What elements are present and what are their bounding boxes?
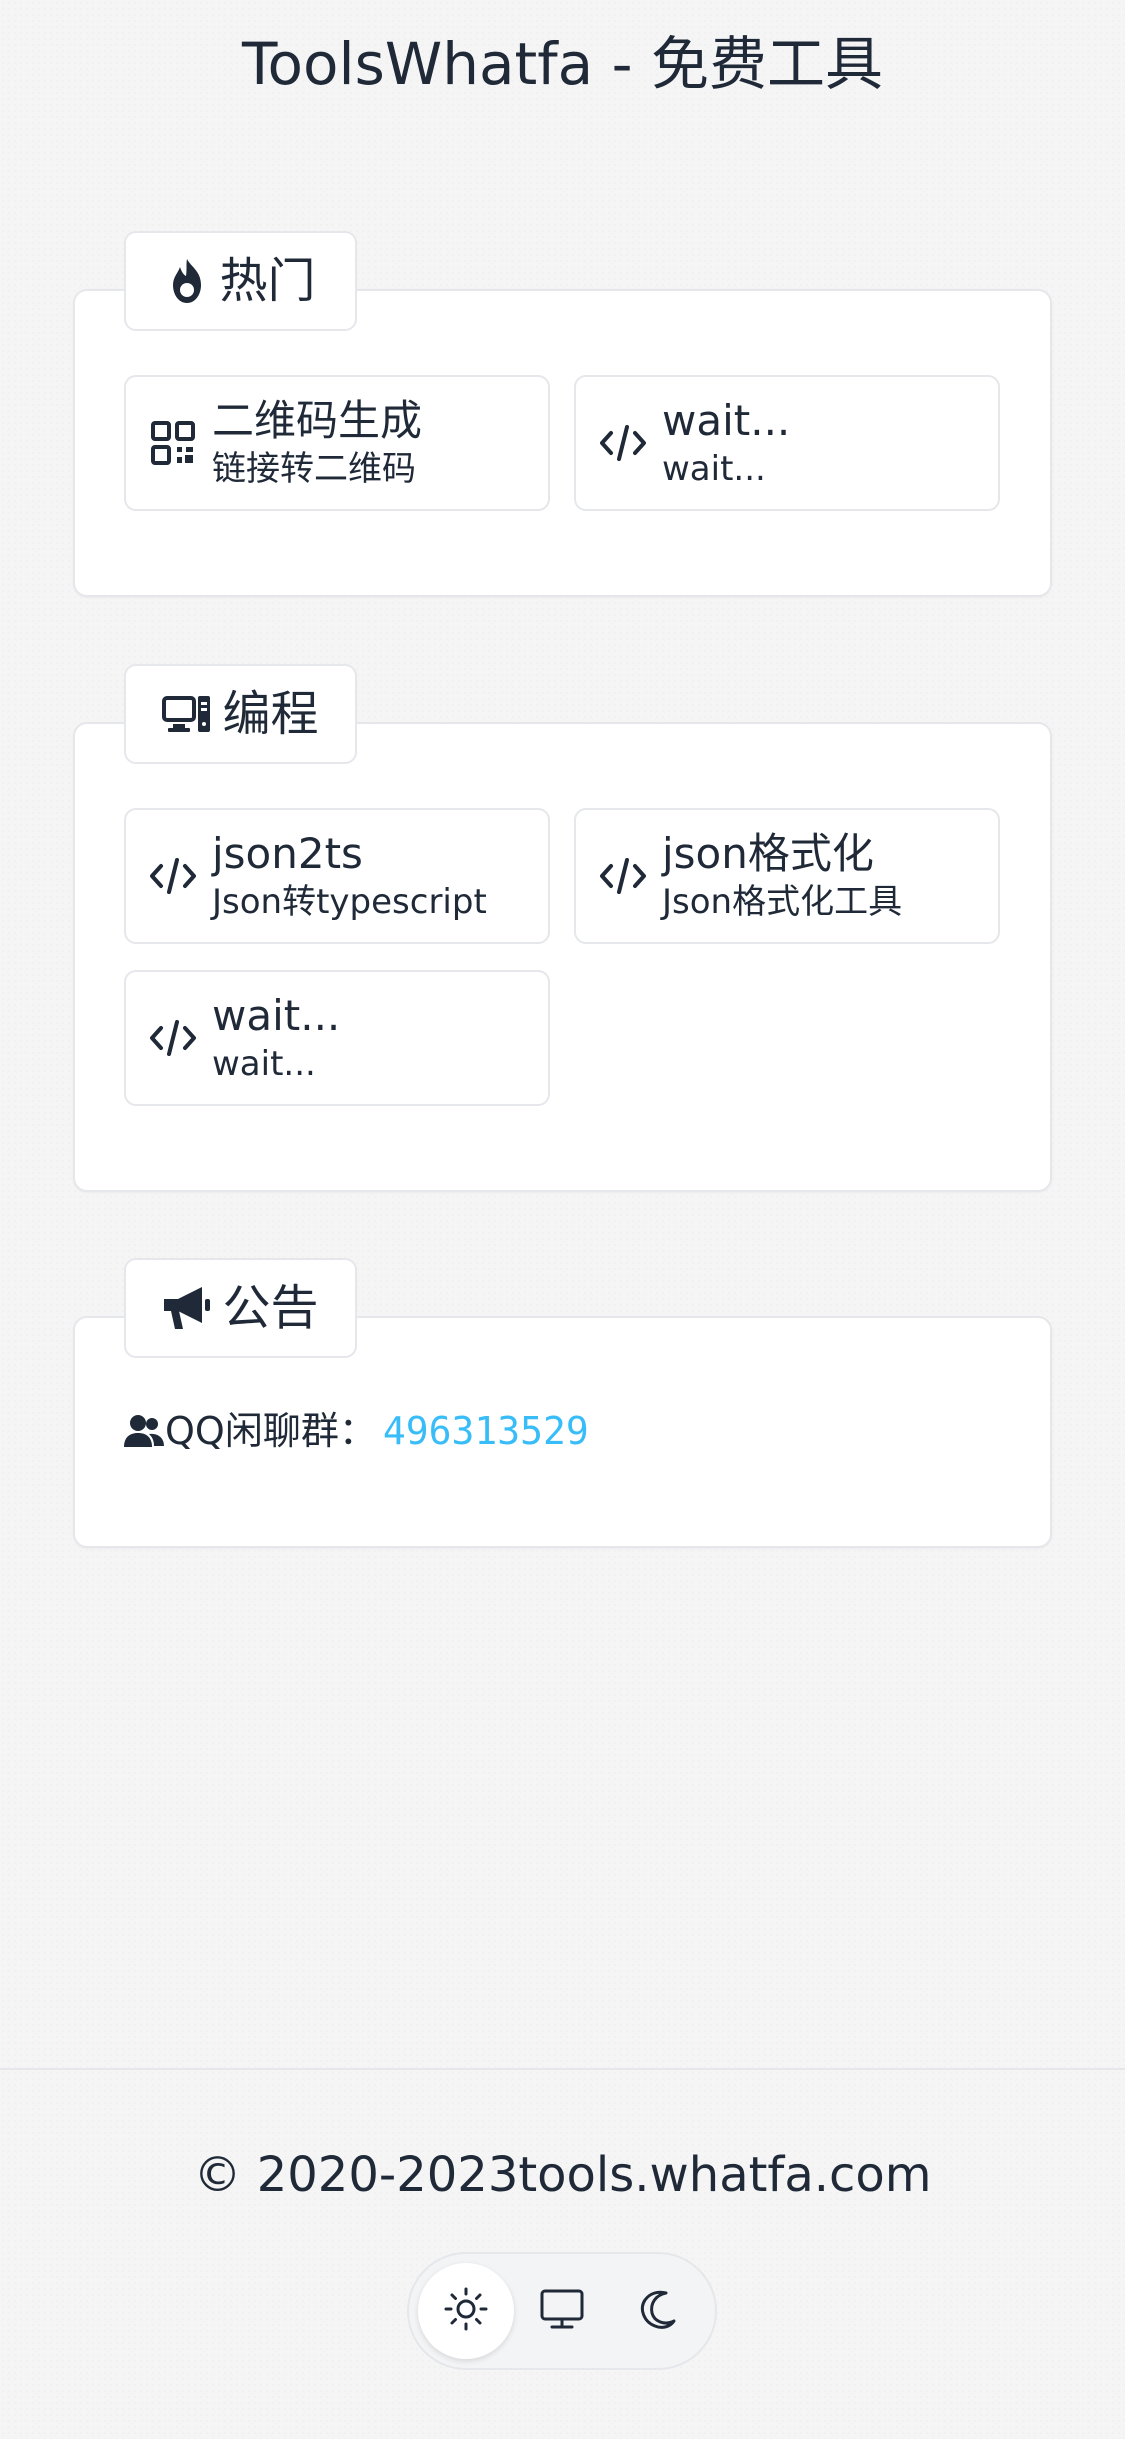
- computer-icon: [162, 694, 212, 734]
- moon-icon: [636, 2287, 680, 2335]
- code-icon: [148, 1013, 198, 1063]
- theme-system-button[interactable]: [514, 2263, 610, 2359]
- tool-card-wait[interactable]: wait... wait...: [124, 970, 550, 1106]
- section-tab-notice: 公告: [124, 1258, 357, 1358]
- section-label: 热门: [219, 253, 316, 309]
- section-label: 编程: [222, 686, 319, 742]
- code-icon: [148, 851, 198, 901]
- section-tab-hot: 热门: [124, 231, 357, 331]
- sun-icon: [442, 2285, 490, 2337]
- footer-divider: [0, 2068, 1125, 2070]
- card-title: wait...: [212, 991, 341, 1040]
- tool-card-wait[interactable]: wait... wait...: [574, 375, 1000, 511]
- tool-card-json-format[interactable]: json格式化 Json格式化工具: [574, 808, 1000, 944]
- section-programming: 编程 json2ts Json转typescript json格式化 Json格…: [73, 664, 1052, 1192]
- code-icon: [598, 851, 648, 901]
- qrcode-icon: [148, 418, 198, 468]
- fire-icon: [165, 257, 209, 305]
- page-title: ToolsWhatfa - 免费工具: [241, 30, 884, 98]
- card-title: 二维码生成: [212, 396, 423, 445]
- bullhorn-icon: [162, 1285, 212, 1331]
- tool-card-json2ts[interactable]: json2ts Json转typescript: [124, 808, 550, 944]
- footer-copyright: © 2020-2023tools.whatfa.com: [193, 2147, 932, 2203]
- card-subtitle: Json转typescript: [212, 882, 487, 922]
- section-hot: 热门 二维码生成 链接转二维码 wait... wait...: [73, 231, 1052, 597]
- theme-dark-button[interactable]: [610, 2263, 706, 2359]
- qq-group-link[interactable]: 496313529: [383, 1406, 589, 1456]
- notice-qq-group: QQ闲聊群： 496313529: [123, 1406, 589, 1456]
- tool-card-qrcode[interactable]: 二维码生成 链接转二维码: [124, 375, 550, 511]
- card-subtitle: wait...: [212, 1044, 316, 1084]
- card-title: wait...: [662, 396, 791, 445]
- theme-switcher: [407, 2252, 717, 2370]
- theme-light-button[interactable]: [418, 2263, 514, 2359]
- card-subtitle: Json格式化工具: [662, 882, 903, 922]
- users-icon: [123, 1413, 165, 1449]
- card-title: json格式化: [662, 829, 874, 878]
- card-subtitle: 链接转二维码: [212, 449, 416, 489]
- section-tab-programming: 编程: [124, 664, 357, 764]
- section-label: 公告: [222, 1280, 319, 1336]
- notice-label: QQ闲聊群：: [165, 1409, 377, 1453]
- monitor-icon: [538, 2287, 586, 2335]
- code-icon: [598, 418, 648, 468]
- card-title: json2ts: [212, 829, 363, 878]
- section-notice: 公告 QQ闲聊群： 496313529: [73, 1258, 1052, 1548]
- card-subtitle: wait...: [662, 449, 766, 489]
